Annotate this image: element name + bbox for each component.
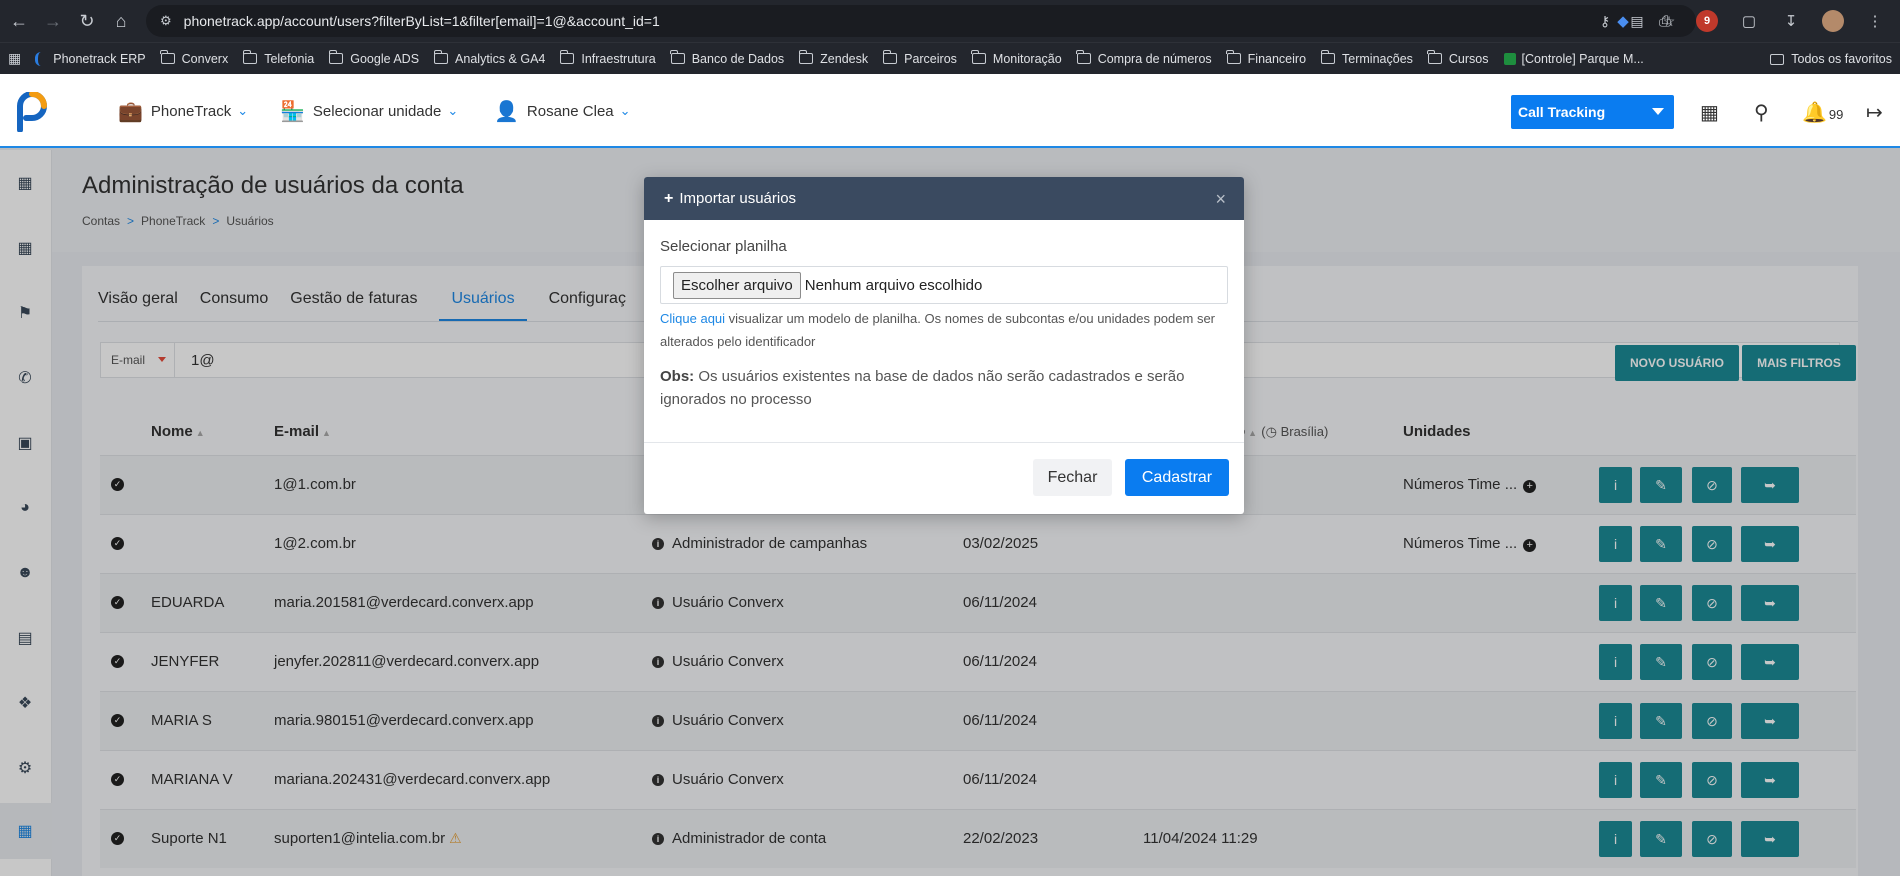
menu-dots-icon[interactable]: ⋮ xyxy=(1864,10,1886,32)
folder-icon xyxy=(971,50,986,64)
extension-printer-icon[interactable]: ⎙ xyxy=(1654,10,1676,32)
submit-button[interactable]: Cadastrar xyxy=(1125,459,1229,496)
apps-grid-icon[interactable]: ▦ xyxy=(1700,100,1719,125)
bookmark-item[interactable]: [Controle] Parque M... xyxy=(1503,52,1644,66)
bookmark-item[interactable]: Zendesk xyxy=(798,50,868,66)
bookmarks-bar: ▦ Phonetrack ERP Converx Telefonia Googl… xyxy=(0,42,1900,74)
plus-icon: + xyxy=(664,189,674,207)
folder-icon xyxy=(1226,50,1241,64)
close-icon[interactable]: × xyxy=(1215,189,1226,210)
file-input[interactable]: Escolher arquivo Nenhum arquivo escolhid… xyxy=(660,266,1228,304)
notifications-button[interactable]: 🔔 99 xyxy=(1802,100,1843,125)
bookmark-item[interactable]: Phonetrack ERP xyxy=(35,51,146,66)
bookmark-item[interactable]: Cursos xyxy=(1427,50,1489,66)
bookmark-item[interactable]: Parceiros xyxy=(882,50,957,66)
puzzle-icon[interactable]: ▢ xyxy=(1738,10,1760,32)
search-icon[interactable]: ⚲ xyxy=(1754,100,1769,125)
site-settings-icon[interactable]: ⚙ xyxy=(160,13,172,29)
bookmark-item[interactable]: Financeiro xyxy=(1226,50,1306,66)
folder-icon xyxy=(242,50,258,64)
app-header: 💼 PhoneTrack ⌄ 🏪 Selecionar unidade ⌄ 👤 … xyxy=(0,74,1900,148)
folder-icon xyxy=(1427,50,1442,64)
user-icon: 👤 xyxy=(494,100,519,123)
folder-icon xyxy=(433,50,449,64)
modal-divider xyxy=(644,442,1244,443)
choose-file-button[interactable]: Escolher arquivo xyxy=(673,271,801,299)
extension-diamond-icon[interactable]: ◆ xyxy=(1612,10,1634,32)
bookmark-item[interactable]: Terminações xyxy=(1320,50,1413,66)
store-icon: 🏪 xyxy=(280,100,305,123)
bookmark-item[interactable]: Converx xyxy=(160,50,228,66)
forward-icon[interactable]: → xyxy=(38,6,68,36)
folder-icon xyxy=(1076,50,1091,64)
file-name-text: Nenhum arquivo escolhido xyxy=(804,276,983,294)
modal-title: Importar usuários xyxy=(679,190,797,207)
folder-icon xyxy=(798,50,814,64)
help-text: Clique aqui visualizar um modelo de plan… xyxy=(660,311,1215,349)
briefcase-icon: 💼 xyxy=(118,100,143,123)
folder-icon xyxy=(1770,53,1785,65)
bookmark-item[interactable]: Compra de números xyxy=(1076,50,1212,66)
bookmark-item[interactable]: Telefonia xyxy=(242,50,314,66)
bell-icon: 🔔 xyxy=(1802,102,1827,124)
bookmark-item[interactable]: Monitoração xyxy=(971,50,1062,66)
spreadsheet-label: Selecionar planilha xyxy=(660,238,787,255)
folder-icon xyxy=(559,50,575,64)
spreadsheet-icon xyxy=(1503,52,1516,65)
company-selector[interactable]: 💼 PhoneTrack ⌄ xyxy=(118,74,248,148)
phonetrack-logo[interactable] xyxy=(14,92,50,132)
phonetrack-logo-icon xyxy=(35,51,47,66)
folder-icon xyxy=(1320,50,1336,64)
chevron-down-icon: ⌄ xyxy=(447,103,459,118)
chevron-down-icon: ⌄ xyxy=(619,103,631,118)
folder-icon xyxy=(670,50,685,64)
folder-icon xyxy=(160,50,175,64)
chevron-down-icon: ⌄ xyxy=(237,103,249,118)
home-icon[interactable]: ⌂ xyxy=(106,6,136,36)
bookmark-item[interactable]: Google ADS xyxy=(328,50,419,66)
import-users-modal: + Importar usuários × Selecionar planilh… xyxy=(644,177,1244,514)
caret-down-icon xyxy=(1652,108,1664,115)
all-bookmarks[interactable]: Todos os favoritos xyxy=(1770,43,1892,75)
profile-avatar[interactable] xyxy=(1822,10,1844,32)
folder-icon xyxy=(328,50,344,64)
bookmark-item[interactable]: Infraestrutura xyxy=(559,50,656,66)
unit-selector[interactable]: 🏪 Selecionar unidade ⌄ xyxy=(280,74,458,148)
observation-text: Obs: Os usuários existentes na base de d… xyxy=(660,368,1185,408)
bookmark-item[interactable]: Banco de Dados xyxy=(670,50,784,66)
folder-icon xyxy=(882,50,898,64)
modal-header: + Importar usuários × xyxy=(644,177,1244,220)
template-link[interactable]: Clique aqui xyxy=(660,311,725,326)
product-dropdown[interactable]: Call Tracking xyxy=(1511,95,1674,129)
back-icon[interactable]: ← xyxy=(4,6,34,36)
url-text: phonetrack.app/account/users?filterByLis… xyxy=(183,13,660,29)
logout-icon[interactable]: ↦ xyxy=(1866,100,1883,125)
browser-toolbar: ← → ↻ ⌂ ⚙ phonetrack.app/account/users?f… xyxy=(0,0,1900,42)
user-selector[interactable]: 👤 Rosane Clea ⌄ xyxy=(494,74,631,148)
address-bar[interactable]: ⚙ phonetrack.app/account/users?filterByL… xyxy=(146,5,1696,37)
close-button[interactable]: Fechar xyxy=(1033,459,1112,496)
apps-icon[interactable]: ▦ xyxy=(8,50,21,67)
reload-icon[interactable]: ↻ xyxy=(72,6,102,36)
download-icon[interactable]: ↧ xyxy=(1780,10,1802,32)
extension-badge-icon[interactable]: 9 xyxy=(1696,10,1718,32)
bookmark-item[interactable]: Analytics & GA4 xyxy=(433,50,545,66)
